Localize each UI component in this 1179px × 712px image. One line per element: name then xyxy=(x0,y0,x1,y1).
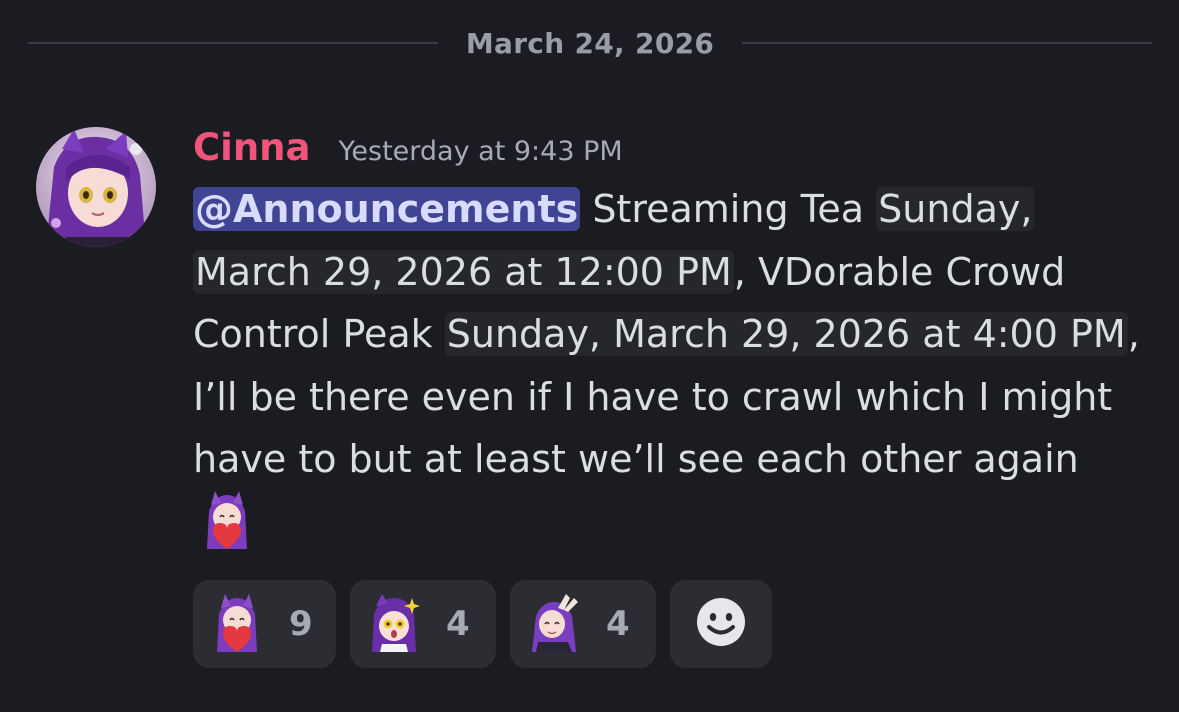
author-name[interactable]: Cinna xyxy=(193,126,311,169)
divider-date: March 24, 2026 xyxy=(465,26,715,60)
message-content: @Announcements Streaming Tea Sunday, Mar… xyxy=(193,178,1153,557)
reaction-heart-hug[interactable]: 9 xyxy=(193,580,336,668)
avatar[interactable] xyxy=(36,127,156,247)
shocked-sparkle-emoji xyxy=(368,594,420,654)
divider-line-left xyxy=(28,42,438,44)
smiley-add-reaction-icon xyxy=(695,596,747,652)
avatar-image xyxy=(36,127,156,247)
add-reaction-button[interactable] xyxy=(670,580,772,668)
reaction-bunny-ears[interactable]: 4 xyxy=(510,580,656,668)
heart-hug-emoji[interactable] xyxy=(197,490,257,551)
reaction-count: 4 xyxy=(446,604,470,644)
message-timestamp[interactable]: Yesterday at 9:43 PM xyxy=(339,136,623,167)
reaction-count: 9 xyxy=(289,604,313,644)
divider-line-right xyxy=(742,42,1153,44)
role-mention[interactable]: @Announcements xyxy=(193,187,581,231)
reactions-bar: 9 4 4 xyxy=(193,580,772,668)
reaction-count: 4 xyxy=(606,604,630,644)
message-text-1: Streaming Tea xyxy=(580,187,877,231)
heart-hug-emoji xyxy=(211,594,263,654)
timestamp-chip-2[interactable]: Sunday, March 29, 2026 at 4:00 PM xyxy=(444,312,1128,356)
reaction-shocked-sparkle[interactable]: 4 xyxy=(350,580,496,668)
message-header: Cinna Yesterday at 9:43 PM xyxy=(193,126,623,174)
bunny-ears-emoji xyxy=(528,594,580,654)
date-divider: March 24, 2026 xyxy=(28,22,1153,64)
